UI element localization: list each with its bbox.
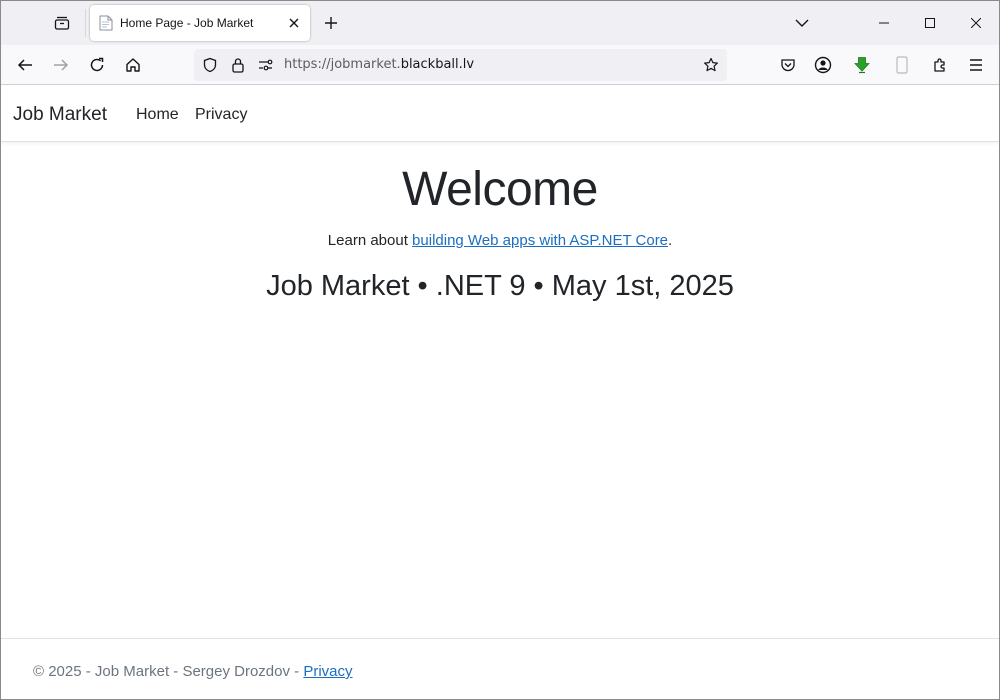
url-domain: blackball.lv [400, 57, 475, 72]
tab-separator [85, 9, 86, 37]
tab-list-icon[interactable] [45, 7, 79, 39]
nav-link-privacy[interactable]: Privacy [195, 106, 247, 124]
hamburger-menu-icon[interactable] [960, 49, 992, 81]
permissions-icon[interactable] [255, 55, 275, 75]
plus-icon[interactable] [317, 9, 345, 37]
tab-title: Home Page - Job Market [120, 16, 254, 30]
browser-window: Home Page - Job Market https://jobmarket… [0, 0, 1000, 700]
navbar-brand[interactable]: Job Market [13, 104, 107, 126]
minimize-icon[interactable] [861, 1, 907, 45]
url-bar[interactable]: https://jobmarket.blackball.lv [194, 49, 727, 81]
account-icon[interactable] [807, 49, 839, 81]
tab-strip: Home Page - Job Market [1, 1, 999, 45]
forward-arrow-icon[interactable] [45, 49, 77, 81]
chevron-down-icon[interactable] [787, 9, 817, 37]
shield-icon[interactable] [200, 55, 220, 75]
aspnet-docs-link[interactable]: building Web apps with ASP.NET Core [412, 232, 668, 249]
learn-prefix: Learn about [327, 232, 413, 249]
download-extension-icon[interactable] [846, 49, 878, 81]
maximize-icon[interactable] [907, 1, 953, 45]
learn-suffix: . [668, 232, 673, 249]
reload-icon[interactable] [81, 49, 113, 81]
page-icon [98, 15, 114, 31]
url-text[interactable]: https://jobmarket.blackball.lv [284, 57, 474, 72]
star-icon[interactable] [701, 55, 721, 75]
footer-text: © 2025 - Job Market - Sergey Drozdov - P… [33, 663, 353, 680]
home-icon[interactable] [117, 49, 149, 81]
lock-icon[interactable] [228, 55, 248, 75]
pocket-icon[interactable] [772, 49, 804, 81]
footer-privacy-link[interactable]: Privacy [303, 663, 352, 680]
footer-copyright: © 2025 - Job Market - Sergey Drozdov - [33, 663, 304, 680]
close-icon[interactable] [284, 13, 304, 33]
release-subtitle: Job Market • .NET 9 • May 1st, 2025 [266, 270, 734, 302]
window-close-icon[interactable] [953, 1, 999, 45]
back-arrow-icon[interactable] [9, 49, 41, 81]
learn-paragraph: Learn about building Web apps with ASP.N… [1, 232, 999, 249]
site-footer: © 2025 - Job Market - Sergey Drozdov - P… [1, 638, 999, 699]
url-prefix: https://jobmarket. [284, 57, 401, 72]
nav-toolbar: https://jobmarket.blackball.lv [1, 45, 999, 85]
page-title: Welcome [402, 163, 598, 216]
web-page: Job Market Home Privacy Welcome Learn ab… [1, 86, 999, 699]
extensions-icon[interactable] [924, 49, 956, 81]
site-navbar: Job Market Home Privacy [1, 86, 999, 142]
device-icon[interactable] [886, 49, 918, 81]
nav-link-home[interactable]: Home [136, 106, 179, 124]
browser-tab[interactable]: Home Page - Job Market [90, 5, 310, 41]
